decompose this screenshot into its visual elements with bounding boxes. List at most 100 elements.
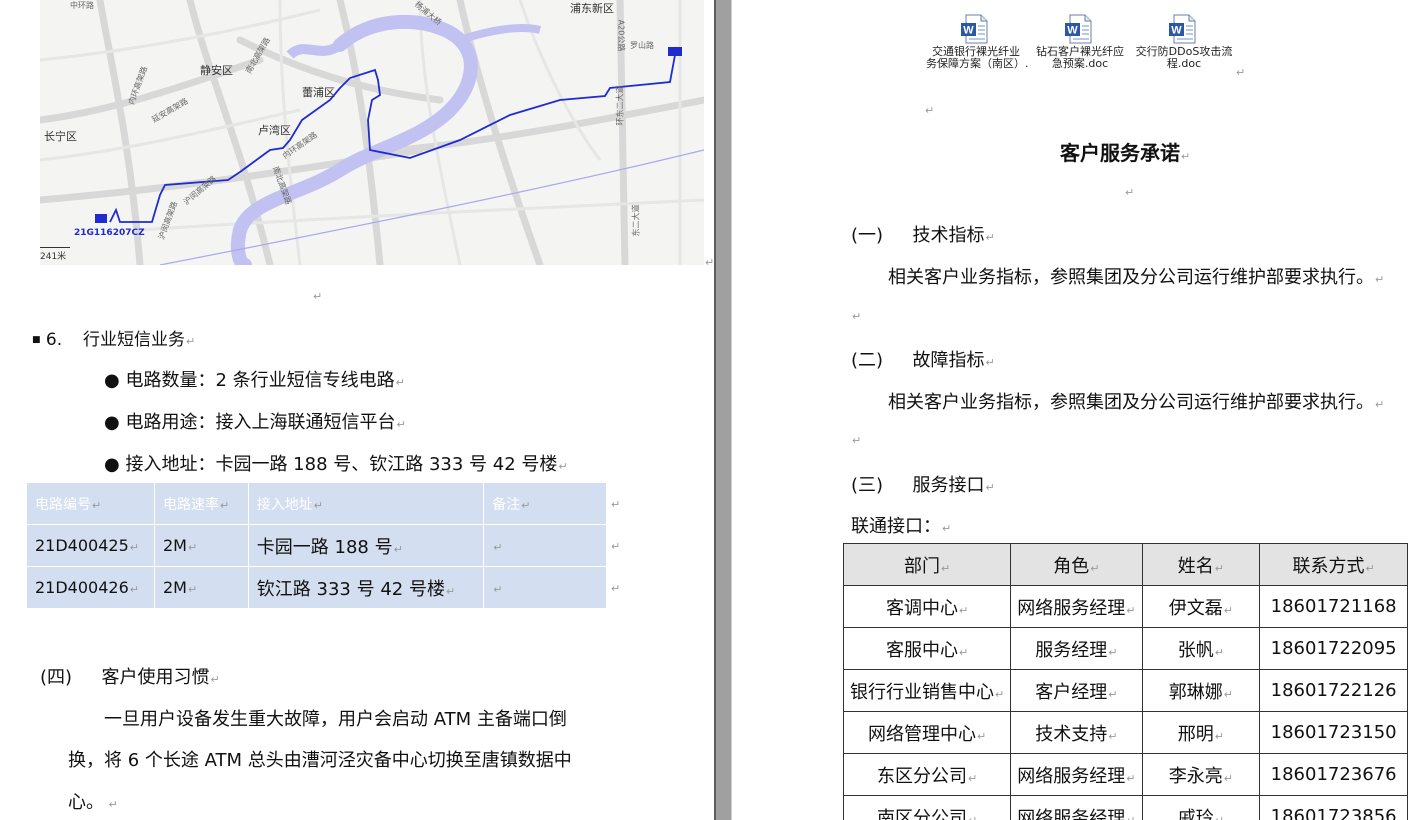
- table-cell: 21D400425↵: [26, 524, 155, 567]
- table-header-row: 电路编号↵ 电路速率↵ 接入地址↵ 备注↵: [26, 482, 607, 525]
- table-row: 银行行业销售中心↵ 客户经理↵ 郭琳娜↵ 18601722126: [842, 669, 1408, 712]
- table-header-cell: 电路编号↵: [26, 482, 155, 525]
- table-cell: ↵: [483, 524, 607, 567]
- table-row: 东区分公司↵ 网络服务经理↵ 李永亮↵ 18601723676: [842, 753, 1408, 796]
- section-title: 故障指标: [912, 350, 985, 371]
- map-road-label: A20公路: [616, 19, 626, 52]
- attachment-caption[interactable]: 交行防DDoS攻击流 程.doc: [1134, 46, 1234, 70]
- paragraph-mark: ↵: [852, 434, 862, 447]
- table-cell: 2M↵: [153, 524, 249, 567]
- table-cell: ↵: [483, 566, 607, 609]
- paragraph-mark: ↵: [852, 310, 862, 323]
- table-cell: 东区分公司↵: [842, 753, 1012, 796]
- section-number: (三): [851, 475, 884, 496]
- table-cell: 李永亮↵: [1141, 753, 1261, 796]
- table-cell: 戚玲↵: [1141, 795, 1261, 820]
- word-doc-icon[interactable]: W: [1168, 14, 1198, 44]
- section-title: 服务接口: [912, 475, 985, 496]
- bullet-text: 电路数量：2 条行业短信专线电路: [125, 370, 395, 391]
- document-title: 客户服务承诺↵: [1060, 141, 1191, 165]
- table-cell: 18601723676: [1259, 753, 1408, 796]
- paragraph-line: 心。 ↵: [68, 792, 118, 813]
- table-cell: 钦江路 333 号 42 号楼↵: [247, 566, 485, 609]
- section-title: 客户使用习惯: [101, 667, 210, 688]
- bullet-dot-icon: ●: [104, 370, 120, 391]
- table-cell: 18601722126: [1259, 669, 1408, 712]
- table-cell: 18601723856: [1259, 795, 1408, 820]
- table-cell: 21D400426↵: [26, 566, 155, 609]
- map-label-luwan: 卢湾区: [258, 124, 291, 137]
- table-cell: 银行行业销售中心↵: [842, 669, 1012, 712]
- attachment-caption[interactable]: 钻石客户裸光纤应 急预案.doc: [1030, 46, 1130, 70]
- table-cell: 张帆↵: [1141, 627, 1261, 670]
- map-road-label: 东二大道: [631, 204, 641, 237]
- table-row: 21D400425↵ 2M↵ 卡园一路 188 号↵ ↵: [26, 524, 607, 567]
- bullet-item: ● 接入地址：卡园一路 188 号、钦江路 333 号 42 号楼↵: [104, 454, 568, 475]
- bullet-text: 电路用途：接入上海联通短信平台: [125, 412, 396, 433]
- interface-label: 联通接口：↵: [851, 516, 952, 537]
- bullet-dot-icon: ●: [104, 454, 120, 475]
- table-header-cell: 接入地址↵: [247, 482, 485, 525]
- paragraph-mark: ↵: [1125, 186, 1135, 199]
- table-row: 南区分公司↵ 网络服务经理↵ 戚玲↵ 18601723856: [842, 795, 1408, 820]
- table-cell: 18601722095: [1259, 627, 1408, 670]
- map-road-label: 罗山路: [630, 41, 654, 50]
- table-cell: 卡园一路 188 号↵: [247, 524, 485, 567]
- section-title: 行业短信业务: [82, 330, 185, 350]
- word-doc-icon[interactable]: W: [960, 14, 990, 44]
- document-page-left: 静安区 蕾浦区 卢湾区 长宁区 浦东新区 21G116207CZ 241米 中环…: [0, 0, 714, 820]
- section-heading-6: ■ 6. 行业短信业务↵: [32, 330, 196, 350]
- map-road-label: 中环路: [70, 1, 94, 10]
- map-graphic: [40, 0, 704, 265]
- svg-text:W: W: [1067, 25, 1078, 37]
- section-number: (二): [851, 350, 884, 371]
- table-cell: 南区分公司↵: [842, 795, 1012, 820]
- table-row: 21D400426↵ 2M↵ 钦江路 333 号 42 号楼↵ ↵: [26, 566, 607, 609]
- table-cell: 18601721168: [1259, 585, 1408, 628]
- table-header-cell: 部门↵: [842, 543, 1012, 586]
- table-cell: 网络服务经理↵: [1010, 585, 1143, 628]
- table-cell: 服务经理↵: [1010, 627, 1143, 670]
- section-heading-3: (三) 服务接口↵: [851, 475, 995, 496]
- paragraph-line: 换，将 6 个长途 ATM 总头由漕河泾灾备中心切换至唐镇数据中: [68, 750, 572, 771]
- section-body: 相关客户业务指标，参照集团及分公司运行维护部要求执行。↵: [888, 267, 1385, 288]
- map-label-changning: 长宁区: [44, 130, 77, 143]
- paragraph-mark: ↵: [705, 256, 714, 269]
- section-title: 技术指标: [912, 225, 985, 246]
- map-label-jingan: 静安区: [200, 64, 233, 77]
- table-header-cell: 角色↵: [1010, 543, 1143, 586]
- map-label-pudong: 浦东新区: [570, 2, 614, 15]
- table-cell: 客服中心↵: [842, 627, 1012, 670]
- table-cell: 网络服务经理↵: [1010, 795, 1143, 820]
- map-label-huangpu: 蕾浦区: [302, 86, 335, 99]
- table-header-row: 部门↵ 角色↵ 姓名↵ 联系方式↵: [842, 543, 1408, 586]
- table-cell: 郭琳娜↵: [1141, 669, 1261, 712]
- map-road-label: 环东二大道: [615, 85, 625, 126]
- table-header-cell: 备注↵: [483, 482, 607, 525]
- page-gutter: [714, 0, 732, 820]
- section-number: (四): [40, 667, 73, 688]
- map-scale-label: 241米: [40, 252, 67, 262]
- attachment-caption[interactable]: 交通银行裸光纤业 务保障方案（南区）.: [926, 46, 1029, 70]
- section-heading-2: (二) 故障指标↵: [851, 350, 995, 371]
- table-cell: 网络管理中心↵: [842, 711, 1012, 754]
- table-row: 客调中心↵ 网络服务经理↵ 伊文磊↵ 18601721168: [842, 585, 1408, 628]
- bullet-item: ● 电路数量：2 条行业短信专线电路↵: [104, 370, 405, 391]
- paragraph-mark: ↵: [1236, 66, 1246, 79]
- paragraph-mark: ↵: [611, 582, 621, 595]
- table-cell: 伊文磊↵: [1141, 585, 1261, 628]
- section-number: 6.: [45, 330, 63, 350]
- word-doc-icon[interactable]: W: [1064, 14, 1094, 44]
- table-header-cell: 电路速率↵: [153, 482, 249, 525]
- section-number: (一): [851, 225, 884, 246]
- route-map-image: 静安区 蕾浦区 卢湾区 长宁区 浦东新区 21G116207CZ 241米 中环…: [40, 0, 704, 265]
- bullet-dot-icon: ●: [104, 412, 120, 433]
- section-heading-1: (一) 技术指标↵: [851, 225, 995, 246]
- table-row: 客服中心↵ 服务经理↵ 张帆↵ 18601722095: [842, 627, 1408, 670]
- map-label-circuit-id: 21G116207CZ: [74, 228, 145, 238]
- table-cell: 2M↵: [153, 566, 249, 609]
- table-row: 网络管理中心↵ 技术支持↵ 邢明↵ 18601723150: [842, 711, 1408, 754]
- table-header-cell: 姓名↵: [1141, 543, 1261, 586]
- table-cell: 客调中心↵: [842, 585, 1012, 628]
- table-cell: 邢明↵: [1141, 711, 1261, 754]
